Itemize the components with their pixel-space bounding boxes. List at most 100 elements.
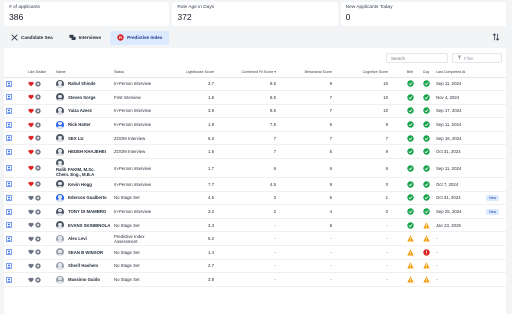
table-row[interactable]: Rick Hatter In-Person Interview 1.8 7.5 6 9 Se…	[4, 117, 506, 132]
dislike-icon[interactable]	[35, 121, 41, 128]
col-cognitive-score[interactable]: Cognitive Score	[346, 68, 402, 78]
heart-icon[interactable]	[28, 236, 34, 242]
table-row[interactable]: Sherif Hashem No Stage Set 2.7- - - -	[4, 259, 506, 274]
col-name[interactable]: Name	[54, 68, 112, 78]
table-row[interactable]: Rahul Shinde In-Person Interview 3.7 8.5 9 10…	[4, 77, 506, 92]
dislike-icon[interactable]	[35, 149, 41, 155]
col-last-completed[interactable]: Last Completed At	[434, 68, 484, 78]
table-row[interactable]: Ederson Gualberto No Stage Set 4.5 3 5 1 Oct 3…	[4, 191, 506, 206]
col-like-dislike[interactable]: Like Dislike	[26, 68, 54, 78]
dislike-icon[interactable]	[35, 236, 41, 242]
applicant-name[interactable]: Alex Levi	[68, 236, 87, 241]
check-circle-icon	[406, 134, 414, 142]
col-combined-fit-score[interactable]: Combined Fit Score ▾	[228, 68, 290, 78]
cog-status-cell	[418, 191, 434, 206]
col-lighthouse-score[interactable]: Lighthouse Score	[168, 68, 228, 78]
profile-card-icon[interactable]	[6, 148, 12, 155]
dislike-icon[interactable]	[35, 195, 41, 201]
applicant-name[interactable]: SEX LU	[68, 136, 84, 141]
applicant-name[interactable]: SEAN B WINSOR	[68, 250, 103, 255]
heart-icon[interactable]	[28, 108, 34, 114]
applicant-name[interactable]: Ederson Gualberto	[68, 195, 107, 200]
applicant-name[interactable]: Sherif Hashem	[68, 263, 98, 268]
heart-icon[interactable]	[28, 81, 34, 87]
profile-card-icon[interactable]	[6, 222, 12, 229]
heart-icon[interactable]	[28, 195, 34, 201]
table-row[interactable]: Yaiza Azeez In-Person Interview 3.9 8.5 7 10 S…	[4, 104, 506, 119]
dislike-icon[interactable]	[35, 263, 41, 269]
table-row[interactable]: Steven Sorge First Interview 1.6 8.5 7 10 Nov …	[4, 90, 506, 105]
applicant-name[interactable]: Ralib FAKIM, M.Sc. Chem. Eng., M.B.A	[56, 167, 104, 177]
applicants-table-card: Filter Like Dislike Name Status Lighthou…	[4, 48, 506, 314]
col-cog[interactable]: Cog	[418, 68, 434, 78]
profile-card-icon[interactable]	[6, 208, 12, 215]
heart-icon[interactable]	[28, 135, 34, 141]
table-row[interactable]: HEDEH KHAJEHEI ZOOM Interview 1.5 7 5 9 Oct 31…	[4, 144, 506, 160]
profile-card-icon[interactable]	[6, 276, 12, 283]
behavioral-score: 8	[290, 218, 346, 233]
sort-toggle-icon[interactable]	[492, 33, 500, 41]
table-row[interactable]: Massimo Guido No Stage Set 3.8- - - -	[4, 272, 506, 287]
dislike-icon[interactable]	[35, 94, 41, 101]
dislike-icon[interactable]	[35, 81, 41, 87]
applicant-name[interactable]: Kevin Hogg	[68, 182, 92, 187]
table-row[interactable]: Ralib FAKIM, M.Sc. Chem. Eng., M.B.A In-P…	[4, 158, 506, 179]
col-bell[interactable]: Belt	[402, 68, 418, 78]
applicant-name[interactable]: HEDEH KHAJEHEI	[68, 149, 106, 154]
profile-card-icon[interactable]	[6, 235, 12, 242]
search-input[interactable]	[386, 53, 448, 63]
badge-cell	[484, 218, 506, 233]
heart-icon[interactable]	[28, 94, 34, 100]
profile-card-icon[interactable]	[6, 94, 12, 101]
table-row[interactable]: SEAN B WINSOR No Stage Set 1.4- - - -	[4, 245, 506, 260]
col-behavioral-score[interactable]: Behavioral Score	[290, 68, 346, 78]
heart-icon[interactable]	[28, 165, 34, 171]
profile-card-icon[interactable]	[6, 181, 12, 188]
applicant-name[interactable]: Rahul Shinde	[68, 81, 95, 86]
profile-card-icon[interactable]	[6, 121, 12, 128]
filter-dropdown[interactable]: Filter	[452, 53, 502, 63]
table-row[interactable]: TONY DI MAMBRO In-Person Interview 3.2 2 4 0 S…	[4, 204, 506, 219]
profile-card-icon[interactable]	[6, 249, 12, 256]
heart-icon[interactable]	[28, 263, 34, 269]
profile-card-icon[interactable]	[6, 135, 12, 142]
tab-candidate-search[interactable]: Candidate Sea	[4, 31, 60, 45]
dislike-icon[interactable]	[35, 222, 41, 228]
behavioral-score: 5	[290, 144, 346, 160]
applicant-name[interactable]: EVANS SKINBINOLA	[68, 223, 110, 228]
dislike-icon[interactable]	[35, 249, 41, 255]
table-row[interactable]: EVANS SKINBINOLA No Stage Set 3.3-8- Jan 23…	[4, 218, 506, 233]
combined-fit-score: 3	[228, 191, 290, 206]
dislike-icon[interactable]	[35, 165, 41, 171]
applicant-name[interactable]: Yaiza Azeez	[68, 108, 92, 113]
table-row[interactable]: Kevin Hogg In-Person Interview 7.7 4.5 9 0 Oct…	[4, 177, 506, 192]
applicant-name[interactable]: TONY DI MAMBRO	[68, 209, 106, 214]
combined-fit-score: 8.5	[228, 104, 290, 119]
tab-interviews[interactable]: Interviews	[62, 31, 108, 45]
profile-card-icon[interactable]	[6, 108, 12, 114]
applicant-name[interactable]: Steven Sorge	[68, 95, 95, 100]
dislike-icon[interactable]	[35, 108, 41, 114]
col-status[interactable]: Status	[112, 68, 168, 78]
profile-card-icon[interactable]	[6, 80, 12, 87]
profile-card-icon[interactable]	[6, 165, 12, 172]
heart-icon[interactable]	[28, 222, 34, 228]
heart-icon[interactable]	[28, 122, 34, 128]
table-row[interactable]: Alex Levi Predictive Index Assessment 5.2-…	[4, 231, 506, 247]
profile-card-icon[interactable]	[6, 195, 12, 201]
dislike-icon[interactable]	[35, 208, 41, 215]
profile-card-icon[interactable]	[6, 262, 12, 269]
heart-icon[interactable]	[28, 277, 34, 283]
cog-status-cell	[418, 272, 434, 287]
dislike-icon[interactable]	[35, 181, 41, 187]
heart-icon[interactable]	[28, 149, 34, 155]
applicant-name[interactable]: Massimo Guido	[68, 277, 100, 282]
dislike-icon[interactable]	[35, 276, 41, 283]
table-row[interactable]: SEX LU ZOOM Interview 5.3 7 7 7 Sep 16, 2024	[4, 131, 506, 146]
tab-predictive-index[interactable]: PI Predictive Index	[110, 30, 170, 45]
heart-icon[interactable]	[28, 181, 34, 187]
applicant-name[interactable]: Rick Hatter	[68, 122, 91, 127]
heart-icon[interactable]	[28, 209, 34, 215]
heart-icon[interactable]	[28, 249, 34, 255]
dislike-icon[interactable]	[35, 135, 41, 141]
